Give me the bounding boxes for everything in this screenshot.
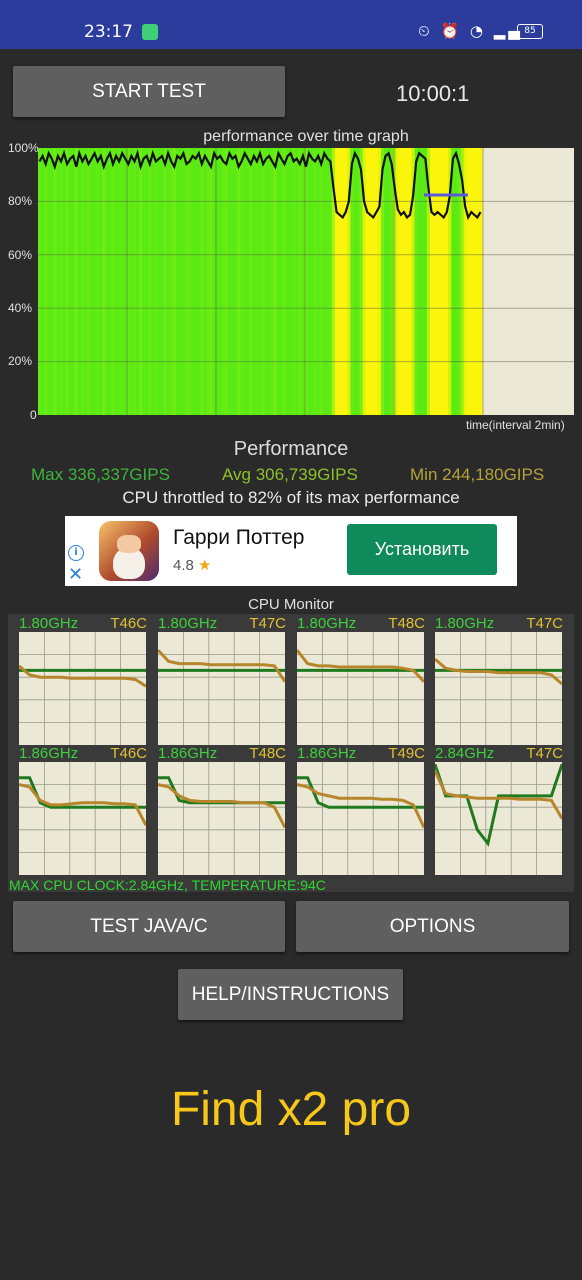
ad-info-icon[interactable]: i	[68, 545, 84, 561]
core-frequency: 1.80GHz	[158, 615, 218, 632]
test-timer: 10:00:1	[396, 81, 470, 106]
status-bar: 23:17 ⏲ ⏰ ◔ ▂▄ 85	[0, 0, 582, 49]
cpu-core-5: 1.86GHz T48C	[155, 745, 291, 875]
core-graph	[297, 762, 424, 875]
cpu-monitor-panel: 1.80GHz T46C 1.80GHz T47C 1.80GHz T48C 1…	[8, 614, 574, 892]
cpu-core-4: 1.86GHz T46C	[16, 745, 152, 875]
y-tick-label: 20%	[8, 354, 33, 368]
core-graph	[435, 632, 562, 745]
ad-install-button[interactable]: Установить	[347, 524, 497, 575]
cpu-core-7: 2.84GHz T47C	[432, 745, 568, 875]
cpu-core-2: 1.80GHz T48C	[294, 615, 430, 745]
core-temperature: T47C	[249, 615, 286, 632]
device-name: Find x2 pro	[170, 1083, 412, 1136]
performance-graph	[38, 148, 574, 415]
core-graph-background	[435, 632, 562, 745]
core-temperature: T48C	[388, 615, 425, 632]
core-graph-background	[297, 632, 424, 745]
core-frequency: 1.80GHz	[19, 615, 79, 632]
core-graph	[158, 632, 285, 745]
notification-app-icon	[142, 24, 158, 40]
performance-title: Performance	[233, 438, 349, 460]
y-tick-label: 100%	[8, 141, 39, 155]
options-button[interactable]: OPTIONS	[296, 901, 569, 952]
help-instructions-button[interactable]: HELP/INSTRUCTIONS	[178, 969, 403, 1020]
core-graph	[19, 762, 146, 875]
core-frequency: 1.86GHz	[297, 745, 357, 762]
battery-icon: 85	[517, 24, 543, 39]
core-graph-background	[158, 762, 285, 875]
cpu-core-0: 1.80GHz T46C	[16, 615, 152, 745]
core-graph	[158, 762, 285, 875]
core-frequency: 1.80GHz	[435, 615, 495, 632]
core-temperature: T47C	[526, 745, 563, 762]
wizard-face-shape	[117, 535, 141, 553]
performance-bar	[478, 148, 483, 415]
x-axis-label: time(interval 2min)	[466, 418, 565, 432]
cpu-core-6: 1.86GHz T49C	[294, 745, 430, 875]
core-graph-background	[435, 762, 562, 875]
core-graph-background	[19, 632, 146, 745]
cpu-core-1: 1.80GHz T47C	[155, 615, 291, 745]
min-performance: Min 244,180GIPS	[410, 465, 545, 484]
core-temperature: T49C	[388, 745, 425, 762]
avg-performance: Avg 306,739GIPS	[222, 465, 358, 484]
cpu-monitor-title: CPU Monitor	[248, 596, 334, 613]
core-graph	[435, 762, 562, 875]
ad-app-title[interactable]: Гарри Поттер	[173, 526, 304, 550]
y-tick-label: 40%	[8, 301, 33, 315]
core-frequency: 1.86GHz	[158, 745, 218, 762]
throttle-text: CPU throttled to 82% of its max performa…	[122, 488, 460, 507]
core-graph	[19, 632, 146, 745]
core-graph-background	[297, 762, 424, 875]
max-performance: Max 336,337GIPS	[31, 465, 170, 484]
graph-title: performance over time graph	[203, 128, 409, 145]
core-temperature: T46C	[110, 745, 147, 762]
core-graph	[297, 632, 424, 745]
system-status-icons: ⏲ ⏰ ◔ ▂▄	[418, 22, 523, 40]
ad-rating: 4.8 ★	[173, 556, 211, 574]
core-frequency: 1.80GHz	[297, 615, 357, 632]
ad-banner[interactable]: i ✕ Гарри Поттер 4.8 ★ Установить	[65, 516, 517, 586]
status-time: 23:17	[84, 22, 133, 42]
core-graph-background	[158, 632, 285, 745]
ad-rating-value: 4.8	[173, 557, 194, 574]
core-temperature: T47C	[526, 615, 563, 632]
cpu-core-3: 1.80GHz T47C	[432, 615, 568, 745]
star-icon: ★	[198, 557, 212, 574]
max-cpu-clock-text: MAX CPU CLOCK:2.84GHz, TEMPERATURE:94C	[9, 877, 326, 893]
core-frequency: 1.86GHz	[19, 745, 79, 762]
core-temperature: T48C	[249, 745, 286, 762]
ad-close-icon[interactable]: ✕	[68, 564, 83, 585]
ad-app-icon[interactable]	[99, 521, 159, 581]
y-tick-label: 60%	[8, 248, 33, 262]
test-java-button[interactable]: TEST JAVA/C	[13, 901, 285, 952]
start-test-button[interactable]: START TEST	[13, 66, 285, 117]
y-tick-label: 80%	[8, 194, 33, 208]
core-frequency: 2.84GHz	[435, 745, 495, 762]
core-temperature: T46C	[110, 615, 147, 632]
core-graph-background	[19, 762, 146, 875]
